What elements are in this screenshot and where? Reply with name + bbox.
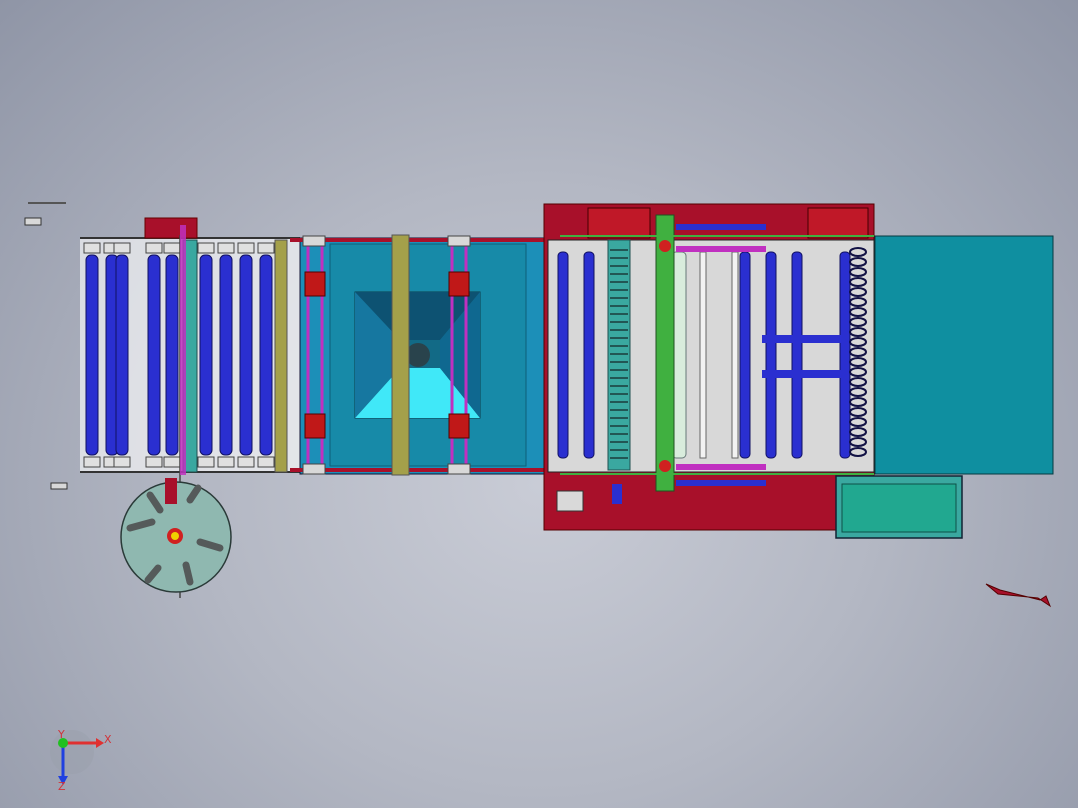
roller-end-cap — [145, 242, 163, 254]
white-shaft — [699, 251, 707, 459]
roller-end-cap — [257, 456, 275, 468]
roller-end-cap — [83, 242, 101, 254]
roller-left — [259, 254, 273, 456]
roller-end-cap — [217, 456, 235, 468]
roller-right — [557, 251, 569, 459]
stray-part-top-left — [24, 202, 68, 490]
roller-end-cap — [237, 242, 255, 254]
roller-left — [85, 254, 99, 456]
roller-end-cap — [257, 242, 275, 254]
roller-end-cap — [145, 456, 163, 468]
control-box[interactable] — [835, 475, 963, 539]
roller-right — [739, 251, 751, 459]
olive-crossbar — [391, 234, 410, 476]
roller-end-cap — [197, 456, 215, 468]
z-axis-label: Z — [58, 780, 66, 793]
roller-end-cap — [163, 242, 181, 254]
roller-right — [765, 251, 777, 459]
cad-viewport[interactable]: X Y Z — [0, 0, 1078, 808]
roller-end-cap — [113, 242, 131, 254]
roller-end-cap — [83, 456, 101, 468]
main-machine-frame — [543, 203, 875, 531]
roller-left — [165, 254, 179, 456]
roller-end-cap — [163, 456, 181, 468]
y-axis-label: Y — [57, 728, 65, 741]
stray-part-right — [985, 583, 1052, 608]
unwind-reel[interactable] — [120, 478, 232, 593]
hopper-section — [290, 234, 545, 476]
olive-rail-left — [274, 239, 288, 473]
roller-left — [147, 254, 161, 456]
roller-right — [583, 251, 595, 459]
roller-end-cap — [197, 242, 215, 254]
roller-end-cap — [217, 242, 235, 254]
motor-box-left — [144, 217, 198, 239]
coordinate-triad: X Y Z — [50, 728, 112, 793]
roller-right — [791, 251, 803, 459]
roller-left — [239, 254, 253, 456]
roller-left — [219, 254, 233, 456]
x-axis-label: X — [104, 733, 112, 746]
output-cover-panel[interactable] — [874, 235, 1054, 475]
hopper — [354, 291, 481, 419]
roller-right — [839, 251, 851, 459]
roller-end-cap — [237, 456, 255, 468]
roller-left — [115, 254, 129, 456]
white-shaft — [731, 251, 739, 459]
roller-left — [199, 254, 213, 456]
roller-end-cap — [113, 456, 131, 468]
